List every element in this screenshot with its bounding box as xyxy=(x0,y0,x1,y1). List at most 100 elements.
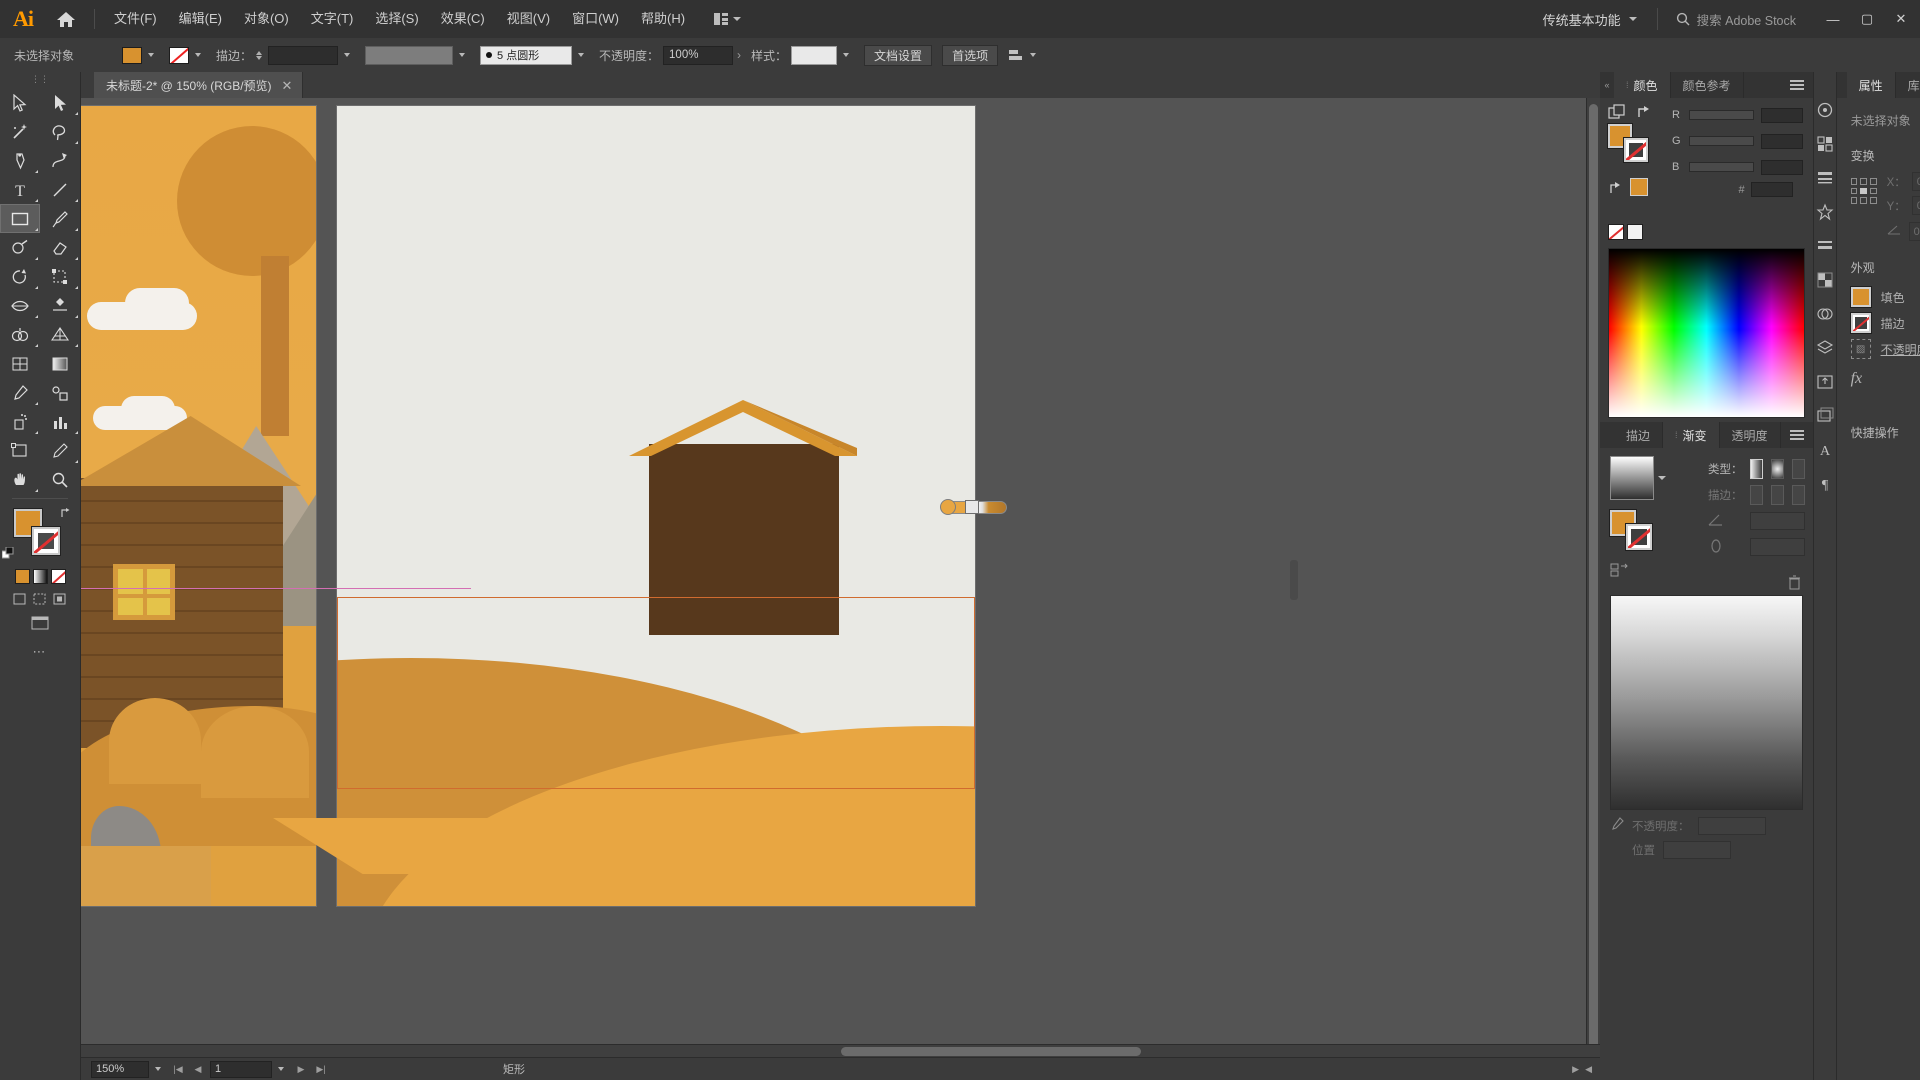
scale-tool[interactable] xyxy=(40,262,80,291)
menu-object[interactable]: 对象(O) xyxy=(233,0,300,38)
tools-more-button[interactable]: ⋯ xyxy=(0,644,80,660)
linear-gradient-button[interactable] xyxy=(1750,459,1763,479)
menu-window[interactable]: 窗口(W) xyxy=(561,0,630,38)
arrange-documents-button[interactable] xyxy=(708,6,747,32)
transform-angle-field[interactable]: 0° xyxy=(1908,222,1920,241)
delete-stop-icon[interactable] xyxy=(1788,575,1801,593)
appearance-stroke-swatch[interactable] xyxy=(1849,312,1872,334)
chevron-down-icon[interactable] xyxy=(843,53,850,57)
panel-collapse-grip[interactable] xyxy=(1290,560,1298,600)
eraser-tool[interactable] xyxy=(40,233,80,262)
stroke-swatch-none[interactable] xyxy=(169,46,189,64)
gradient-stop-color-icon[interactable] xyxy=(1610,816,1624,835)
swap-colors-icon[interactable] xyxy=(1636,104,1652,120)
chevron-down-icon[interactable] xyxy=(1030,53,1037,57)
direct-selection-tool[interactable] xyxy=(40,88,80,117)
tab-stroke[interactable]: 描边 xyxy=(1614,422,1664,448)
opacity-control[interactable]: 不透明度： 100% › xyxy=(599,45,741,65)
brush-definition-field[interactable]: 5 点圆形 xyxy=(480,45,573,65)
free-transform-tool[interactable] xyxy=(40,291,80,320)
reference-point-selector[interactable] xyxy=(1850,178,1877,204)
none-swatch[interactable] xyxy=(1608,224,1624,240)
tab-color[interactable]: ⁞ 颜色 xyxy=(1614,72,1671,98)
slider-track-b[interactable] xyxy=(1689,162,1754,172)
style-control[interactable]: 样式： xyxy=(751,45,854,65)
tab-properties[interactable]: 属性 xyxy=(1846,72,1896,98)
menu-help[interactable]: 帮助(H) xyxy=(630,0,696,38)
fill-color-control[interactable] xyxy=(122,46,159,64)
reverse-gradient-icon[interactable] xyxy=(1610,562,1803,581)
tab-gradient[interactable]: ⁞ 渐变 xyxy=(1663,422,1720,448)
channel-value-r[interactable] xyxy=(1760,107,1803,123)
magic-wand-tool[interactable] xyxy=(0,117,40,146)
canvas-horizontal-scrollbar[interactable] xyxy=(81,1044,1600,1058)
stroke-gradient-within-button[interactable] xyxy=(1750,485,1763,505)
stroke-weight-control[interactable]: 描边： xyxy=(216,45,355,65)
gradient-stroke-swatch[interactable] xyxy=(1625,523,1653,551)
stroke-color-control[interactable] xyxy=(169,46,206,64)
style-field[interactable] xyxy=(791,45,838,65)
scrollbar-thumb[interactable] xyxy=(841,1047,1141,1056)
transparency-rail-icon[interactable] xyxy=(1814,270,1836,290)
stroke-profile-field[interactable] xyxy=(365,45,454,65)
gradient-tool[interactable] xyxy=(40,349,80,378)
perspective-grid-tool[interactable] xyxy=(40,320,80,349)
artboard-number-field[interactable]: 1 xyxy=(210,1060,272,1078)
artboard[interactable] xyxy=(337,106,975,906)
stroke-gradient-along-button[interactable] xyxy=(1770,485,1784,505)
collapse-panel-icon[interactable]: « xyxy=(1600,72,1614,98)
gradient-aspect-field[interactable] xyxy=(1750,538,1805,556)
symbol-sprayer-tool[interactable] xyxy=(0,407,40,436)
document-tab[interactable]: 未标题-2* @ 150% (RGB/预览) ✕ xyxy=(94,72,304,98)
width-tool[interactable] xyxy=(0,291,40,320)
align-control[interactable] xyxy=(1008,48,1041,63)
gradient-angle-field[interactable] xyxy=(1750,512,1805,530)
artboards-rail-icon[interactable] xyxy=(1814,406,1836,426)
appearance-opacity-label[interactable]: 不透明度 xyxy=(1881,341,1920,358)
freeform-gradient-button[interactable] xyxy=(1791,459,1805,479)
export-rail-icon[interactable] xyxy=(1814,372,1836,392)
opacity-flyout-icon[interactable]: › xyxy=(737,48,741,62)
paintbrush-tool[interactable] xyxy=(40,204,80,233)
blend-tool[interactable] xyxy=(40,378,80,407)
layers-rail-icon[interactable] xyxy=(1814,338,1836,358)
brushes-rail-icon[interactable] xyxy=(1814,168,1836,188)
draw-behind-icon[interactable] xyxy=(32,592,48,606)
menu-effect[interactable]: 效果(C) xyxy=(430,0,496,38)
tab-libraries[interactable]: 库 xyxy=(1895,72,1920,98)
tab-color-guide[interactable]: 颜色参考 xyxy=(1670,72,1744,98)
chevron-down-icon[interactable] xyxy=(155,1067,161,1071)
tab-transparency[interactable]: 透明度 xyxy=(1719,422,1781,448)
first-artboard-button[interactable]: |◀ xyxy=(170,1061,186,1078)
menu-type[interactable]: 文字(T) xyxy=(300,0,365,38)
rotate-tool[interactable] xyxy=(0,262,40,291)
channel-value-g[interactable] xyxy=(1760,133,1803,149)
slider-track-r[interactable] xyxy=(1689,110,1754,120)
gradient-opacity-field[interactable] xyxy=(1697,816,1766,835)
type-tool[interactable]: T xyxy=(0,175,40,204)
reset-fill-stroke-icon[interactable] xyxy=(2,547,16,561)
curvature-tool[interactable] xyxy=(40,146,80,175)
fill-swatch[interactable] xyxy=(122,46,142,64)
stroke-rail-icon[interactable] xyxy=(1814,236,1836,256)
shaper-tool[interactable] xyxy=(0,233,40,262)
color-panel-menu-button[interactable] xyxy=(1781,72,1813,98)
radial-gradient-button[interactable] xyxy=(1770,459,1784,479)
revert-color-icon[interactable] xyxy=(1608,179,1622,195)
tools-panel-grip[interactable]: ⋮⋮ xyxy=(0,72,80,86)
brush-definition-control[interactable]: 5 点圆形 xyxy=(480,45,589,65)
previous-artboard-button[interactable]: ◀ xyxy=(190,1061,206,1078)
gradient-stop-handle[interactable] xyxy=(965,500,979,514)
gradient-button[interactable] xyxy=(32,569,48,584)
chevron-down-icon[interactable] xyxy=(344,53,351,57)
swap-fill-stroke-icon[interactable] xyxy=(60,507,72,519)
appearance-fill-swatch[interactable] xyxy=(1849,286,1872,308)
stroke-weight-field[interactable] xyxy=(268,45,339,65)
hand-tool[interactable] xyxy=(0,465,40,494)
opacity-field[interactable]: 100% xyxy=(663,45,734,65)
scrollbar-thumb[interactable] xyxy=(1589,104,1598,1054)
workspace-switcher[interactable]: 传统基本功能 xyxy=(1533,6,1647,32)
stroke-gradient-across-button[interactable] xyxy=(1791,485,1805,505)
fx-button[interactable]: fx xyxy=(1851,370,1920,388)
color-target-icon[interactable] xyxy=(1608,104,1626,120)
